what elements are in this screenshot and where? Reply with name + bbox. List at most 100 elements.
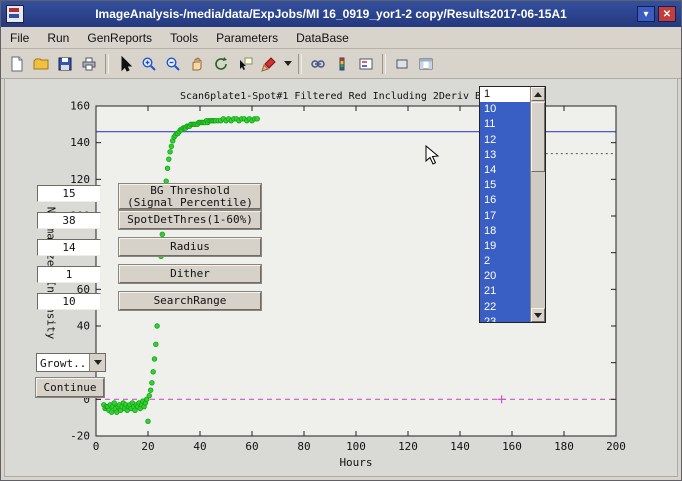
spot-number-listbox: 110111213141516171819220212223 — [479, 86, 546, 323]
radius-input[interactable] — [37, 239, 101, 256]
data-point — [150, 381, 155, 386]
list-item[interactable]: 23 — [480, 315, 530, 322]
insert-legend-icon[interactable] — [354, 52, 378, 76]
data-point — [255, 117, 260, 122]
list-item[interactable]: 1 — [480, 87, 530, 102]
new-file-icon[interactable] — [5, 52, 29, 76]
list-item[interactable]: 13 — [480, 148, 530, 163]
y-tick-label: -20 — [70, 430, 90, 443]
list-item[interactable]: 18 — [480, 224, 530, 239]
x-tick-label: 140 — [450, 440, 470, 453]
data-point — [152, 357, 157, 362]
list-item[interactable]: 14 — [480, 163, 530, 178]
menu-run[interactable]: Run — [38, 28, 78, 48]
rotate-3d-icon[interactable] — [209, 52, 233, 76]
window-title: ImageAnalysis-/media/data/ExpJobs/MI 16_… — [31, 7, 631, 21]
search-range-button[interactable]: SearchRange — [119, 292, 261, 310]
zoom-in-icon[interactable] — [137, 52, 161, 76]
dither-input[interactable] — [37, 266, 101, 283]
data-point — [146, 419, 151, 424]
scrollbar-thumb[interactable] — [531, 102, 545, 172]
data-point — [165, 166, 170, 171]
menu-parameters[interactable]: Parameters — [207, 28, 287, 48]
list-item[interactable]: 17 — [480, 209, 530, 224]
dither-button[interactable]: Dither — [119, 265, 261, 283]
toolbar-separator — [382, 54, 386, 74]
title-bar[interactable]: ImageAnalysis-/media/data/ExpJobs/MI 16_… — [1, 1, 681, 27]
radius-button[interactable]: Radius — [119, 238, 261, 256]
edit-plot-arrow-icon[interactable] — [113, 52, 137, 76]
window-icon[interactable] — [6, 5, 24, 23]
data-point — [148, 388, 153, 393]
list-item[interactable]: 16 — [480, 193, 530, 208]
app-window: ImageAnalysis-/media/data/ExpJobs/MI 16_… — [0, 0, 682, 481]
plot-title: Scan6plate1-Spot#1 Filtered Red Includin… — [180, 91, 487, 102]
show-plot-tools-icon[interactable] — [414, 52, 438, 76]
list-item[interactable]: 10 — [480, 102, 530, 117]
x-tick-label: 80 — [297, 440, 310, 453]
data-point — [147, 393, 152, 398]
brush-dropdown-icon[interactable] — [281, 52, 294, 76]
print-icon[interactable] — [77, 52, 101, 76]
x-axis-label: Hours — [339, 456, 372, 469]
list-item[interactable]: 20 — [480, 269, 530, 284]
x-tick-label: 60 — [245, 440, 258, 453]
figure-toolbar — [1, 49, 681, 79]
growth-curve-plot: 020406080100120140160180200-200204060801… — [1, 78, 682, 481]
pan-hand-icon[interactable] — [185, 52, 209, 76]
x-tick-label: 180 — [554, 440, 574, 453]
data-point — [151, 370, 156, 375]
y-tick-label: 120 — [70, 173, 90, 186]
growth-dropdown[interactable]: Growt... — [36, 353, 106, 372]
data-point — [167, 157, 172, 162]
data-point — [168, 150, 173, 155]
search-range-input[interactable] — [37, 293, 101, 310]
continue-button[interactable]: Continue — [36, 378, 104, 397]
data-point — [112, 401, 117, 406]
bg-threshold-button[interactable]: BG Threshold (Signal Percentile) — [119, 184, 261, 209]
list-item[interactable]: 12 — [480, 133, 530, 148]
toolbar-separator — [105, 54, 109, 74]
spot-det-thres-input[interactable] — [37, 212, 101, 229]
spot-det-thres-button[interactable]: SpotDetThres(1-60%) — [119, 211, 261, 229]
list-item[interactable]: 15 — [480, 178, 530, 193]
chevron-down-icon[interactable] — [89, 354, 105, 371]
y-tick-label: 160 — [70, 100, 90, 113]
menu-genreports[interactable]: GenReports — [78, 28, 161, 48]
minimize-button[interactable]: ▾ — [637, 6, 655, 22]
list-item[interactable]: 21 — [480, 284, 530, 299]
zoom-out-icon[interactable] — [161, 52, 185, 76]
data-cursor-icon[interactable] — [233, 52, 257, 76]
scroll-up-icon[interactable] — [531, 87, 545, 101]
link-plots-icon[interactable] — [306, 52, 330, 76]
menu-tools[interactable]: Tools — [161, 28, 207, 48]
x-tick-label: 20 — [141, 440, 154, 453]
data-point — [109, 410, 114, 415]
bg-threshold-sublabel: (Signal Percentile) — [127, 197, 253, 209]
y-tick-label: 40 — [77, 320, 90, 333]
list-item[interactable]: 11 — [480, 117, 530, 132]
mouse-cursor — [425, 145, 439, 171]
hide-plot-tools-icon[interactable] — [390, 52, 414, 76]
insert-colorbar-icon[interactable] — [330, 52, 354, 76]
list-item[interactable]: 22 — [480, 300, 530, 315]
x-tick-label: 120 — [398, 440, 418, 453]
listbox-rows: 110111213141516171819220212223 — [480, 87, 530, 322]
menu-file[interactable]: File — [1, 28, 38, 48]
save-icon[interactable] — [53, 52, 77, 76]
x-tick-label: 200 — [606, 440, 626, 453]
open-file-icon[interactable] — [29, 52, 53, 76]
close-button[interactable]: ✕ — [658, 6, 676, 22]
toolbar-separator — [298, 54, 302, 74]
listbox-scrollbar[interactable] — [530, 87, 545, 322]
data-point — [164, 179, 169, 184]
x-tick-label: 0 — [93, 440, 100, 453]
menu-database[interactable]: DataBase — [287, 28, 358, 48]
list-item[interactable]: 2 — [480, 254, 530, 269]
bg-threshold-input[interactable] — [37, 185, 101, 202]
scroll-down-icon[interactable] — [531, 308, 545, 322]
bg-threshold-label: BG Threshold — [150, 185, 229, 197]
data-point — [154, 342, 159, 347]
brush-icon[interactable] — [257, 52, 281, 76]
list-item[interactable]: 19 — [480, 239, 530, 254]
